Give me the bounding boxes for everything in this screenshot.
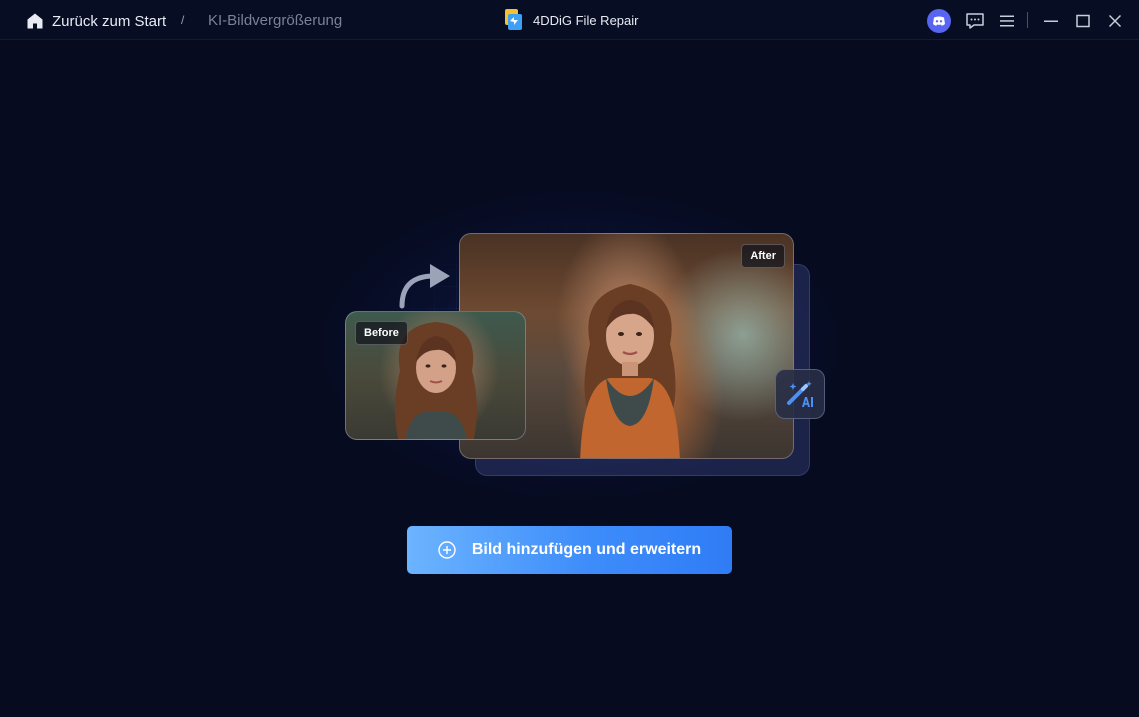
breadcrumb-separator: / (181, 13, 185, 27)
app-window: Zurück zum Start / KI-Bildvergrößerung 4… (0, 0, 1139, 717)
home-label: Zurück zum Start (52, 12, 167, 30)
app-title: 4DDiG File Repair (503, 8, 638, 32)
close-button[interactable] (1103, 9, 1127, 33)
ai-enhance-badge (775, 369, 825, 419)
feedback-button[interactable] (963, 9, 987, 33)
breadcrumb-current-page: KI-Bildvergrößerung (208, 12, 343, 29)
before-image: Before (345, 311, 526, 440)
plus-circle-icon (438, 541, 456, 559)
maximize-icon (1076, 14, 1090, 28)
back-to-home-button[interactable]: Zurück zum Start (26, 11, 166, 31)
add-and-enhance-image-button[interactable]: Bild hinzufügen und erweitern (407, 526, 732, 574)
app-logo-icon (505, 9, 522, 30)
app-name: 4DDiG File Repair (533, 12, 639, 28)
close-icon (1108, 14, 1122, 28)
discord-icon (927, 9, 951, 33)
menu-button[interactable] (995, 9, 1019, 33)
before-after-illustration: After Before (300, 180, 860, 510)
title-bar: Zurück zum Start / KI-Bildvergrößerung 4… (0, 0, 1139, 40)
minimize-icon (1044, 20, 1058, 22)
curved-arrow-icon (399, 264, 450, 309)
before-label: Before (355, 321, 408, 345)
portrait-after (580, 284, 680, 458)
chat-feedback-icon (966, 13, 984, 29)
magic-wand-ai-icon (787, 381, 813, 407)
discord-button[interactable] (927, 9, 951, 33)
after-label: After (741, 244, 785, 268)
add-button-label: Bild hinzufügen und erweitern (471, 541, 702, 558)
minimize-button[interactable] (1039, 9, 1063, 33)
hamburger-menu-icon (1000, 15, 1014, 27)
titlebar-divider (1027, 12, 1028, 28)
maximize-button[interactable] (1071, 9, 1095, 33)
home-icon (27, 13, 43, 29)
